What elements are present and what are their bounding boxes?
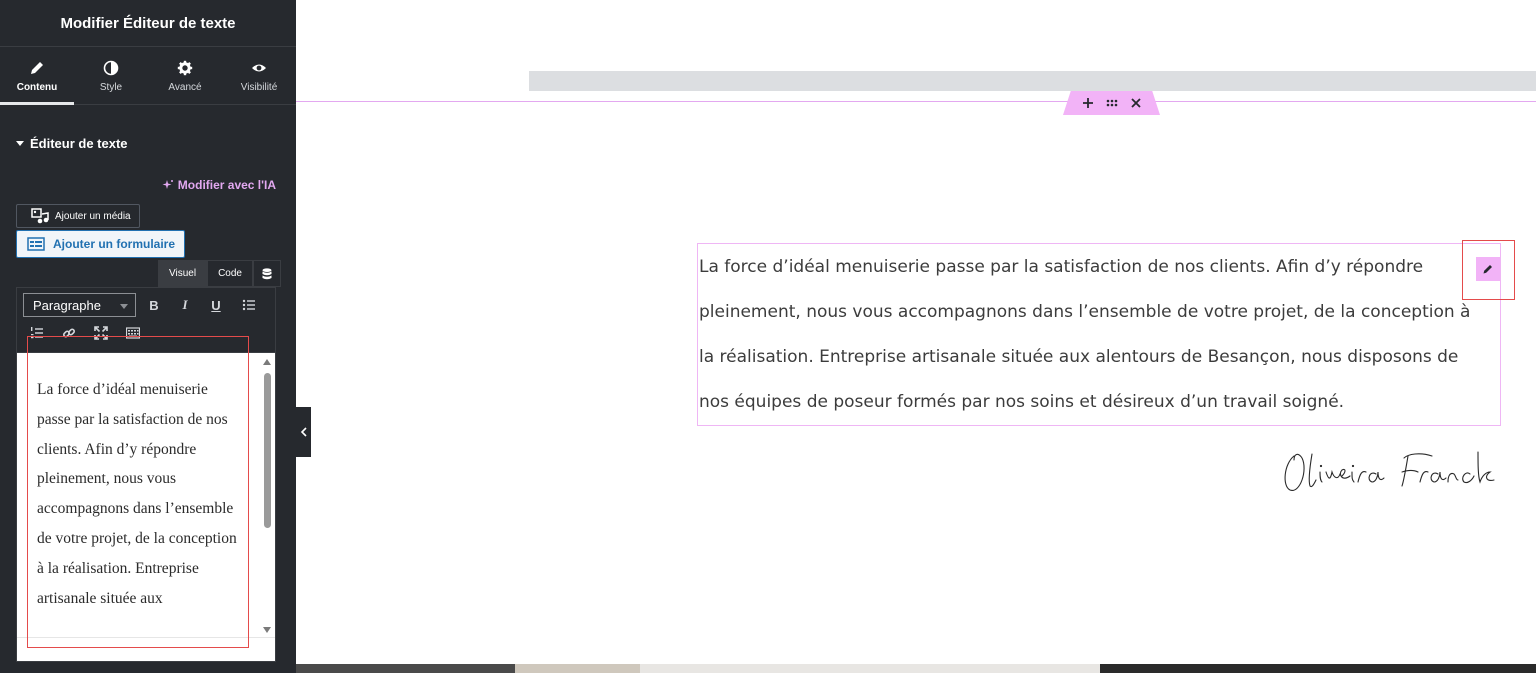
scroll-thumb[interactable] (264, 373, 271, 528)
keyboard-icon (126, 327, 140, 339)
add-media-label: Ajouter un média (55, 210, 131, 222)
pencil-icon (31, 61, 43, 74)
tab-label: Style (99, 81, 123, 93)
preview-segment (515, 664, 640, 673)
section-handle (1063, 91, 1160, 115)
tab-label: Avancé (168, 81, 202, 93)
toolbar-toggle-button[interactable] (122, 322, 144, 344)
add-form-button[interactable]: Ajouter un formulaire (16, 230, 185, 258)
ai-edit-label: Modifier avec l'IA (177, 178, 276, 192)
media-icon (31, 208, 49, 224)
tab-label: Contenu (16, 81, 58, 93)
editor-panel: Modifier Éditeur de texte Contenu Style … (0, 0, 296, 673)
form-icon (27, 237, 45, 251)
panel-header: Modifier Éditeur de texte (0, 0, 296, 47)
fullscreen-icon (94, 326, 108, 340)
link-button[interactable] (58, 322, 80, 344)
section-outline (296, 101, 1536, 102)
dynamic-tags-button[interactable] (252, 260, 281, 287)
editor-scrollbar[interactable] (261, 355, 273, 637)
half-circle-icon (103, 60, 119, 75)
section-toggle[interactable]: Éditeur de texte (16, 136, 128, 151)
fullscreen-button[interactable] (90, 322, 112, 344)
close-icon[interactable] (1130, 97, 1142, 109)
bullet-list-icon (242, 299, 255, 311)
gear-icon (177, 60, 193, 75)
drag-handle-icon[interactable] (1106, 97, 1118, 109)
section-divider-bar (529, 71, 1536, 91)
italic-button[interactable]: I (174, 294, 196, 316)
scroll-up-icon[interactable] (263, 359, 271, 365)
tab-visibilite[interactable]: Visibilité (222, 48, 296, 104)
tab-avance[interactable]: Avancé (148, 48, 222, 104)
editor-content[interactable]: La force d’idéal menuiserie passe par la… (37, 375, 237, 613)
tab-visual[interactable]: Visuel (158, 260, 208, 287)
bold-button[interactable]: B (143, 294, 165, 316)
add-section-icon[interactable] (1082, 97, 1094, 109)
panel-title: Modifier Éditeur de texte (60, 14, 236, 32)
editor-root: Modifier Éditeur de texte Contenu Style … (0, 0, 1536, 673)
format-select-value: Paragraphe (33, 297, 101, 313)
chevron-left-icon (300, 427, 307, 437)
database-icon (262, 267, 272, 279)
editor-toolbar: Paragraphe B I U (16, 287, 276, 352)
tab-code[interactable]: Code (207, 260, 253, 287)
eye-icon (252, 64, 266, 71)
link-icon (62, 328, 76, 338)
editor-mode-tabs: Visuel Code (158, 260, 281, 287)
collapse-panel-button[interactable] (296, 407, 311, 457)
select-arrow-icon (120, 304, 128, 309)
preview-segment (1100, 664, 1536, 673)
sparkle-icon (162, 180, 173, 189)
panel-tabs: Contenu Style Avancé Visibilité (0, 48, 296, 105)
numbered-list-icon (31, 327, 43, 339)
caret-down-icon (16, 141, 24, 146)
tab-label: Visibilité (240, 81, 278, 93)
tab-style[interactable]: Style (74, 48, 148, 104)
preview-segment (640, 664, 1100, 673)
numbered-list-button[interactable] (26, 322, 48, 344)
add-media-button[interactable]: Ajouter un média (16, 204, 140, 228)
section-title: Éditeur de texte (30, 136, 128, 151)
preview-segment (296, 664, 515, 673)
add-form-label: Ajouter un formulaire (53, 237, 176, 251)
highlight-box-edit-button (1462, 240, 1515, 300)
bullet-list-button[interactable] (238, 294, 260, 316)
signature-image (1284, 451, 1495, 491)
text-editor-area[interactable]: La force d’idéal menuiserie passe par la… (16, 352, 276, 662)
scroll-down-icon[interactable] (263, 627, 271, 633)
next-section-preview (296, 664, 1536, 673)
underline-button[interactable]: U (205, 294, 227, 316)
format-select[interactable]: Paragraphe (23, 293, 136, 317)
ai-edit-link[interactable]: Modifier avec l'IA (162, 178, 276, 192)
tab-contenu[interactable]: Contenu (0, 48, 74, 105)
editor-status-bar (17, 637, 275, 661)
text-widget-content[interactable]: La force d’idéal menuiserie passe par la… (699, 245, 1489, 425)
